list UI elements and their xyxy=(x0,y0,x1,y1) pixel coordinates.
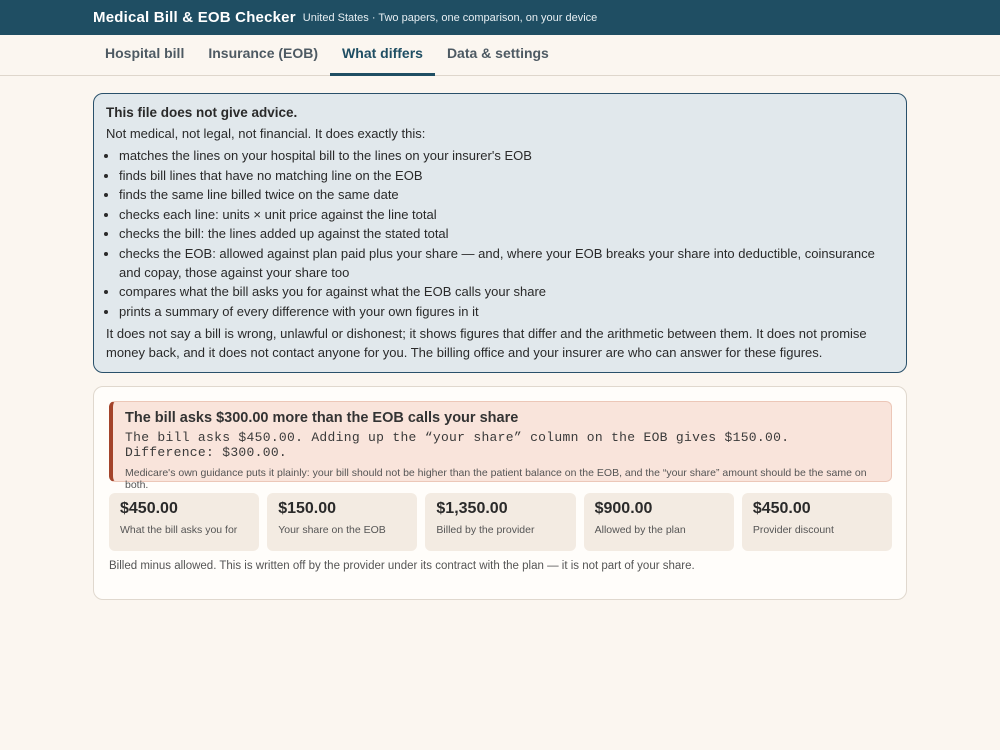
alert-note: Medicare's own guidance puts it plainly:… xyxy=(125,467,867,491)
summary-card-provider-discount: $450.00 Provider discount xyxy=(741,493,893,551)
notice-list: matches the lines on your hospital bill … xyxy=(106,146,894,321)
summary-card-billed: $1,350.00 Billed by the provider xyxy=(425,493,576,551)
discount-footnote: Billed minus allowed. This is written of… xyxy=(109,560,695,572)
summary-cards: $450.00 What the bill asks you for $150.… xyxy=(109,493,893,551)
card-value: $450.00 xyxy=(752,500,811,517)
notice-item: matches the lines on your hospital bill … xyxy=(119,146,894,165)
tab-bar: Hospital bill Insurance (EOB) What diffe… xyxy=(0,35,1000,76)
card-value: $1,350.00 xyxy=(436,500,508,517)
notice-title: This file does not give advice. xyxy=(106,105,298,120)
tab-insurance-eob[interactable]: Insurance (EOB) xyxy=(196,35,330,76)
card-label: Provider discount xyxy=(752,524,834,536)
differences-panel: The bill asks $300.00 more than the EOB … xyxy=(93,386,907,600)
app-title: Medical Bill & EOB Checker xyxy=(93,9,296,26)
notice-item: checks the EOB: allowed against plan pai… xyxy=(119,244,894,282)
summary-card-bill-asks: $450.00 What the bill asks you for xyxy=(109,493,260,551)
card-value: $450.00 xyxy=(120,500,178,517)
notice-item: checks the bill: the lines added up agai… xyxy=(119,224,894,243)
card-label: Your share on the EOB xyxy=(278,524,386,536)
difference-alert: The bill asks $300.00 more than the EOB … xyxy=(109,401,892,491)
notice-intro: Not medical, not legal, not financial. I… xyxy=(106,126,426,141)
notice-item: finds bill lines that have no matching l… xyxy=(119,166,894,185)
notice-item: finds the same line billed twice on the … xyxy=(119,185,894,204)
card-label: What the bill asks you for xyxy=(120,524,238,536)
tab-hospital-bill[interactable]: Hospital bill xyxy=(93,35,196,76)
tab-what-differs[interactable]: What differs xyxy=(330,35,435,76)
summary-card-allowed: $900.00 Allowed by the plan xyxy=(583,493,734,551)
app-subtitle: United States · Two papers, one comparis… xyxy=(302,11,598,24)
card-value: $150.00 xyxy=(278,500,337,517)
app-header: Medical Bill & EOB Checker United States… xyxy=(0,0,1000,35)
tab-data-settings[interactable]: Data & settings xyxy=(435,35,561,76)
notice-item: prints a summary of every difference wit… xyxy=(119,302,894,321)
summary-card-your-share: $150.00 Your share on the EOB xyxy=(267,493,418,551)
alert-title: The bill asks $300.00 more than the EOB … xyxy=(125,410,519,426)
card-value: $900.00 xyxy=(594,500,653,517)
disclaimer-notice: This file does not give advice. Not medi… xyxy=(93,93,907,373)
alert-detail: The bill asks $450.00. Adding up the “yo… xyxy=(125,430,790,460)
notice-footer: It does not say a bill is wrong, unlawfu… xyxy=(106,325,867,360)
card-label: Billed by the provider xyxy=(436,524,535,536)
notice-item: checks each line: units × unit price aga… xyxy=(119,205,894,224)
card-label: Allowed by the plan xyxy=(594,524,686,536)
notice-item: compares what the bill asks you for agai… xyxy=(119,282,894,301)
